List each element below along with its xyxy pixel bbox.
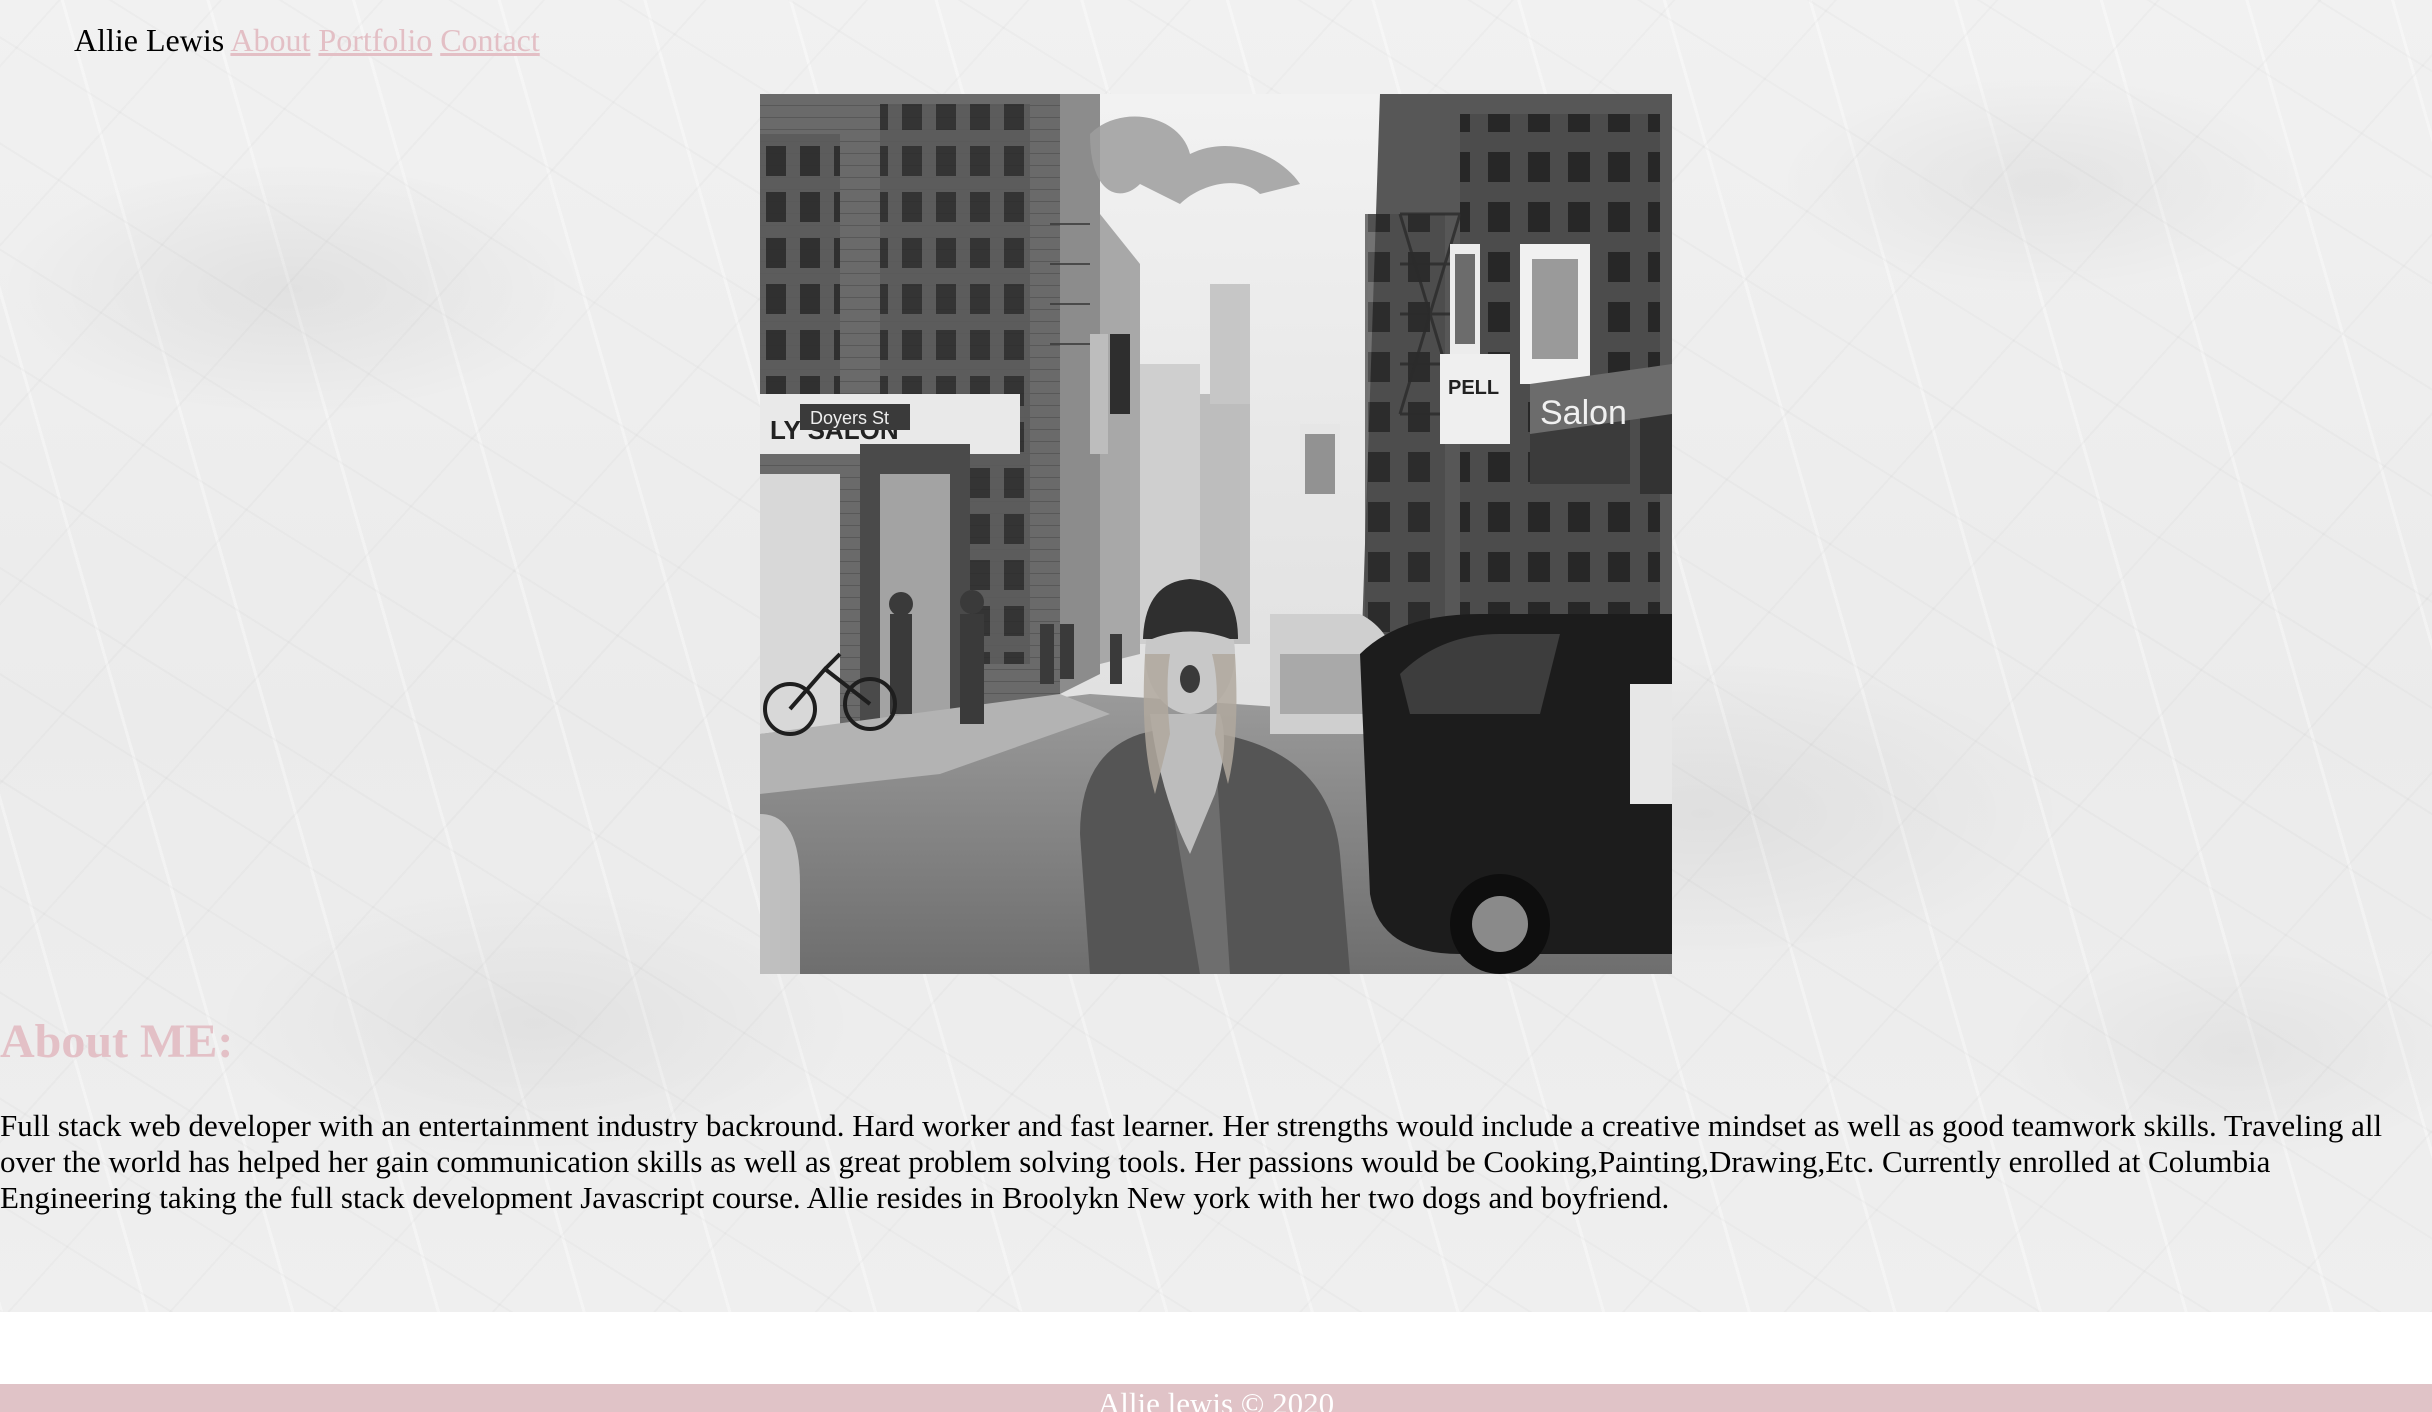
profile-photo: LY SALON Doyers St PELL Salon <box>760 94 1672 974</box>
about-heading: About ME: <box>0 1015 234 1068</box>
street-sign: Doyers St <box>810 408 889 428</box>
nav-link-about[interactable]: About <box>230 22 310 58</box>
about-paragraph: Full stack web developer with an enterta… <box>0 1108 2383 1215</box>
footer: Allie lewis © 2020 <box>0 1384 2432 1412</box>
top-nav: Allie Lewis About Portfolio Contact <box>74 18 540 62</box>
nav-link-portfolio[interactable]: Portfolio <box>318 22 432 58</box>
footer-copyright: Allie lewis © 2020 <box>1097 1386 1335 1412</box>
salon-awning-sign: Salon <box>1540 394 1627 432</box>
nav-link-contact[interactable]: Contact <box>440 22 540 58</box>
pell-sign: PELL <box>1448 377 1499 399</box>
brand-name: Allie Lewis <box>74 22 225 58</box>
